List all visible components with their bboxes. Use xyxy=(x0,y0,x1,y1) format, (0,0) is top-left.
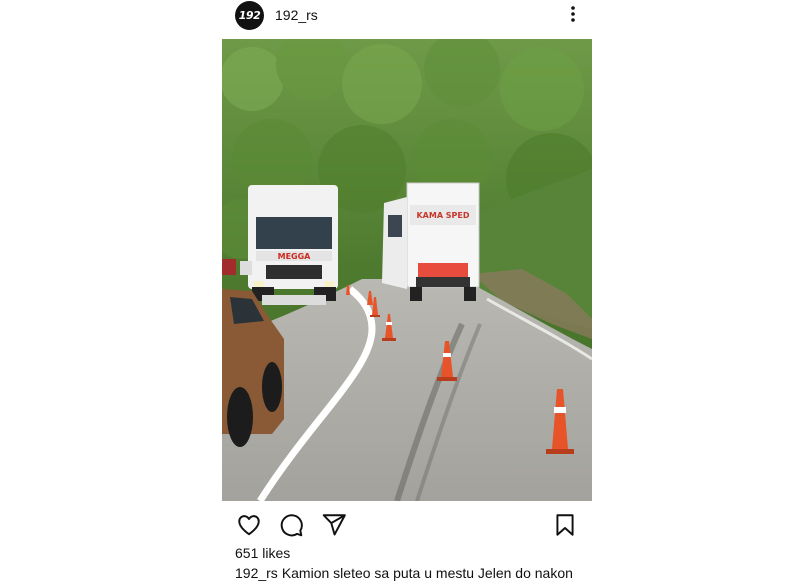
more-options-icon[interactable] xyxy=(568,4,578,24)
comment-icon[interactable] xyxy=(278,512,304,538)
truck-left: MEGGA xyxy=(248,185,338,305)
likes-count[interactable]: 651 likes xyxy=(235,545,290,561)
caption-username[interactable]: 192_rs xyxy=(235,565,278,581)
truck-right-brand: KAMA SPED xyxy=(416,211,469,220)
caption-text: Kamion sleteo sa puta u mestu Jelen do n… xyxy=(281,565,573,581)
post-caption: 192_rs Kamion sleteo sa puta u mestu Jele… xyxy=(235,565,592,581)
send-icon[interactable] xyxy=(321,512,347,538)
heart-icon[interactable] xyxy=(236,512,262,538)
bookmark-icon[interactable] xyxy=(552,512,578,538)
truck-right: KAMA SPED xyxy=(382,182,480,301)
post-photo[interactable]: MEGGA KAMA SPED xyxy=(222,39,592,501)
avatar[interactable]: 192 xyxy=(235,1,264,30)
post-username[interactable]: 192_rs xyxy=(275,7,318,23)
truck-left-brand: MEGGA xyxy=(278,252,312,261)
post-action-bar xyxy=(222,508,592,540)
post-header: 192 192_rs xyxy=(222,0,592,32)
